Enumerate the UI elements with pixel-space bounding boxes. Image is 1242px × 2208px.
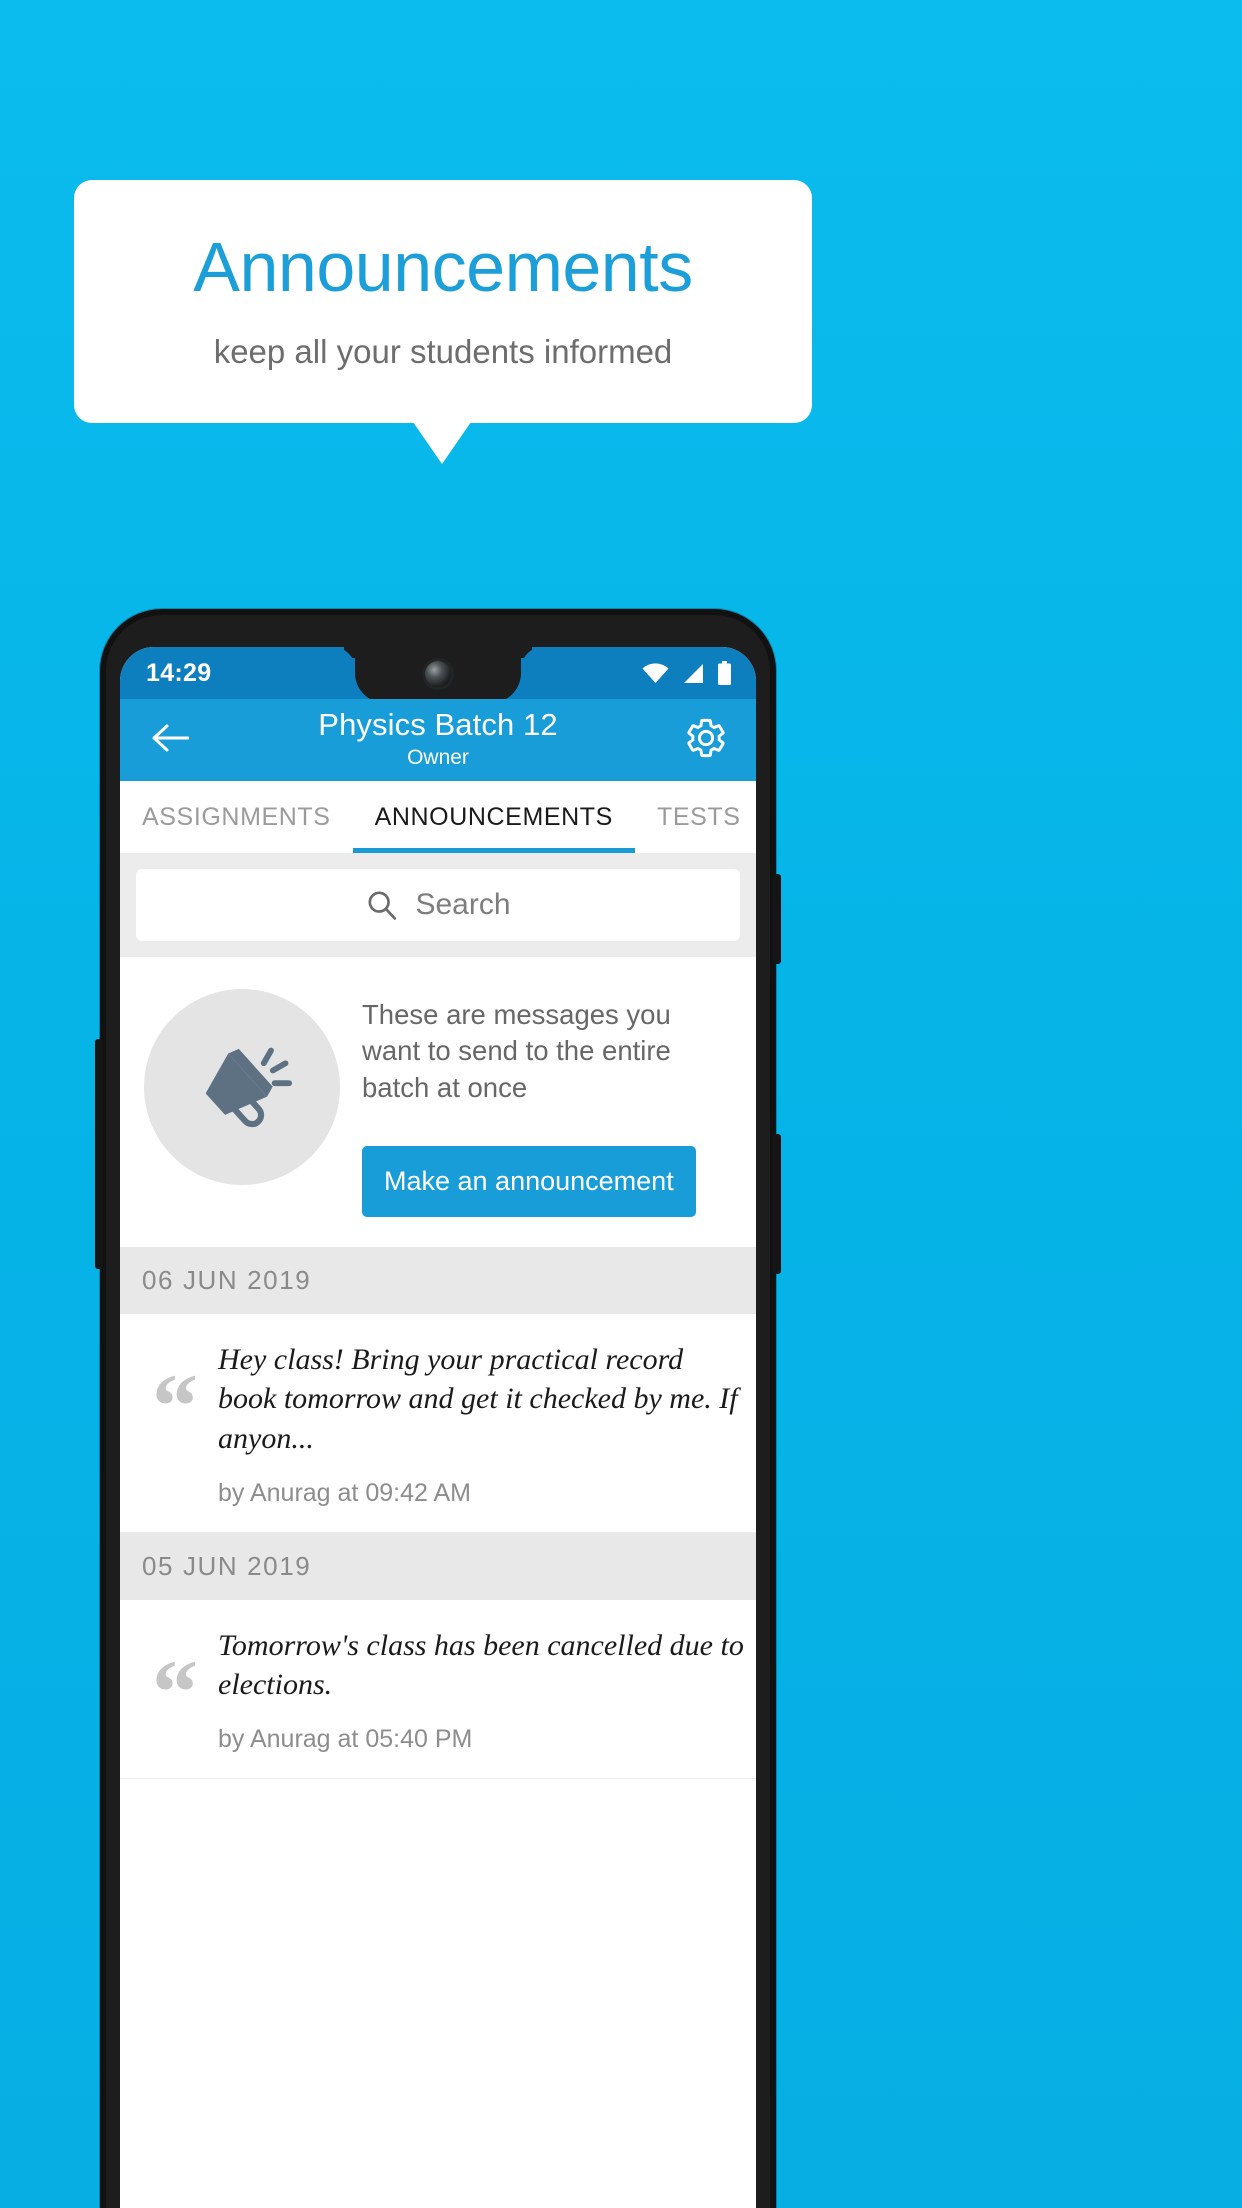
tab-tests-label: TESTS xyxy=(656,802,741,831)
tab-tests[interactable]: TESTS xyxy=(635,781,756,853)
date-header: 06 JUN 2019 xyxy=(120,1246,756,1314)
front-camera xyxy=(425,661,451,687)
tab-assignments[interactable]: ASSIGNMENTS xyxy=(120,781,353,853)
phone-mockup: 14:29 Physics Batch 12 Owner ASSIGNMENTS… xyxy=(95,609,781,2208)
search-input[interactable]: Search xyxy=(136,869,740,941)
bubble-tail xyxy=(413,422,471,464)
announcement-item[interactable]: “ Tomorrow's class has been cancelled du… xyxy=(120,1599,756,1779)
camera-notch xyxy=(355,647,521,703)
make-announcement-description: These are messages you want to send to t… xyxy=(362,999,671,1103)
quote-mark-icon: “ xyxy=(152,1640,198,1743)
wifi-icon xyxy=(642,662,669,684)
status-bar-clock: 14:29 xyxy=(146,658,212,687)
promo-bubble-card: Announcements keep all your students inf… xyxy=(74,180,812,423)
search-section: Search xyxy=(120,853,756,957)
arrow-left-icon xyxy=(151,723,190,758)
make-announcement-card: These are messages you want to send to t… xyxy=(120,957,756,1247)
make-announcement-content: These are messages you want to send to t… xyxy=(340,981,732,1217)
announcement-text: Hey class! Bring your practical record b… xyxy=(218,1342,738,1456)
search-placeholder: Search xyxy=(415,888,511,921)
power-button[interactable] xyxy=(773,874,781,964)
date-header: 05 JUN 2019 xyxy=(120,1532,756,1600)
announcement-meta: by Anurag at 05:40 PM xyxy=(218,1724,473,1753)
page-subtitle: keep all your students informed xyxy=(213,332,673,370)
page-title: Announcements xyxy=(193,227,693,306)
screenshot-stage: Announcements keep all your students inf… xyxy=(0,0,1242,2208)
phone-screen: 14:29 Physics Batch 12 Owner ASSIGNMENTS… xyxy=(120,647,756,2208)
batch-title: Physics Batch 12 xyxy=(318,707,558,743)
announcement-item[interactable]: “ Hey class! Bring your practical record… xyxy=(120,1313,756,1533)
assistant-button[interactable] xyxy=(95,1039,103,1269)
app-bar: Physics Batch 12 Owner xyxy=(120,699,756,781)
quote-mark-icon: “ xyxy=(152,1354,198,1457)
app-bar-title-block: Physics Batch 12 Owner xyxy=(196,709,680,771)
batch-role: Owner xyxy=(407,745,469,769)
signal-icon xyxy=(681,663,705,684)
search-icon xyxy=(365,888,399,922)
settings-button[interactable] xyxy=(680,714,732,766)
status-bar-icons xyxy=(642,661,732,685)
volume-button[interactable] xyxy=(773,1134,781,1274)
announcement-body: Hey class! Bring your practical record b… xyxy=(218,1340,746,1508)
tab-bar[interactable]: ASSIGNMENTS ANNOUNCEMENTS TESTS V xyxy=(120,781,756,853)
announcement-body: Tomorrow's class has been cancelled due … xyxy=(218,1626,746,1754)
announcement-meta: by Anurag at 09:42 AM xyxy=(218,1478,471,1507)
announcement-text: Tomorrow's class has been cancelled due … xyxy=(218,1628,744,1702)
tab-assignments-label: ASSIGNMENTS xyxy=(142,802,331,831)
megaphone-art xyxy=(144,989,340,1185)
make-announcement-button[interactable]: Make an announcement xyxy=(362,1145,696,1217)
battery-icon xyxy=(717,661,732,685)
gear-icon xyxy=(684,716,728,765)
back-button[interactable] xyxy=(144,714,196,766)
megaphone-icon xyxy=(184,1027,300,1148)
tab-announcements-label: ANNOUNCEMENTS xyxy=(374,802,613,831)
tab-announcements[interactable]: ANNOUNCEMENTS xyxy=(352,781,636,853)
status-bar: 14:29 xyxy=(120,647,756,703)
